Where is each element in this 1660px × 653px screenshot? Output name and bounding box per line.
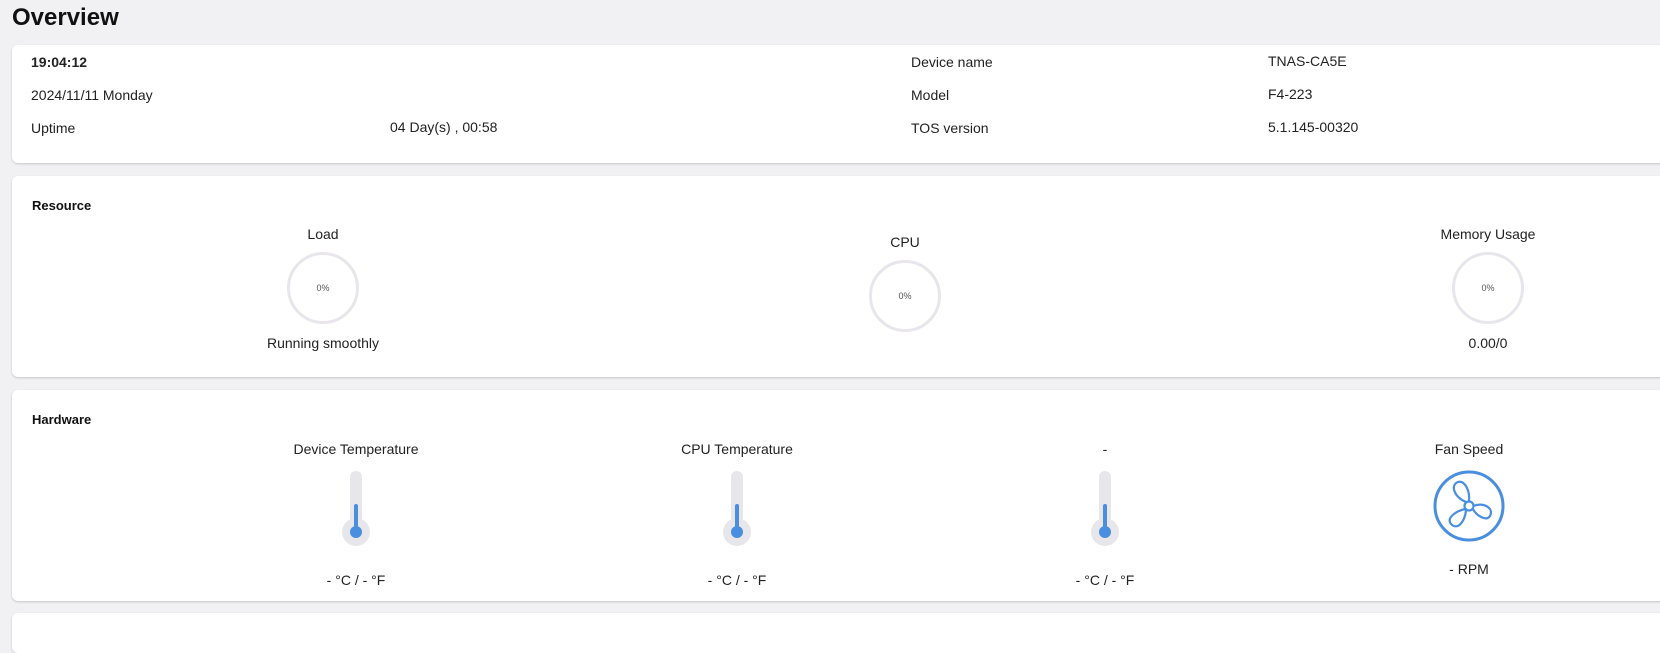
device-temperature-value: - °C / - °F xyxy=(326,572,386,588)
cpu-temperature-label: CPU Temperature xyxy=(681,441,793,457)
thermometer-icon xyxy=(720,471,754,549)
memory-widget: Memory Usage 0% 0.00/0 xyxy=(1368,225,1608,351)
current-time: 19:04:12 xyxy=(31,54,88,70)
cpu-label: CPU xyxy=(890,234,920,250)
model-label: Model xyxy=(911,87,950,103)
fan-speed-value: - RPM xyxy=(1449,561,1489,577)
tos-version-value: 5.1.145-00320 xyxy=(1268,119,1359,135)
other-temperature-label: - xyxy=(1102,441,1108,457)
load-label: Load xyxy=(307,226,339,242)
device-temperature-label: Device Temperature xyxy=(293,441,419,457)
uptime-label: Uptime xyxy=(31,120,76,136)
other-temperature-widget: - - °C / - °F xyxy=(985,440,1225,588)
fan-speed-label: Fan Speed xyxy=(1434,441,1504,457)
page-title: Overview xyxy=(12,4,119,31)
hardware-card: Hardware Device Temperature - °C / - °F … xyxy=(12,390,1660,601)
cpu-percent: 0% xyxy=(898,291,912,301)
model-value: F4-223 xyxy=(1268,86,1313,102)
hardware-section-title: Hardware xyxy=(32,412,92,427)
device-name-value: TNAS-CA5E xyxy=(1268,53,1347,69)
tos-version-label: TOS version xyxy=(911,120,989,136)
cpu-temperature-widget: CPU Temperature - °C / - °F xyxy=(617,440,857,588)
fan-icon xyxy=(1433,470,1505,542)
device-temperature-widget: Device Temperature - °C / - °F xyxy=(236,440,476,588)
device-name-label: Device name xyxy=(911,54,993,70)
load-status: Running smoothly xyxy=(266,335,380,351)
cpu-temperature-value: - °C / - °F xyxy=(707,572,767,588)
cpu-gauge: 0% xyxy=(869,260,941,332)
memory-label: Memory Usage xyxy=(1440,226,1536,242)
memory-gauge: 0% xyxy=(1452,252,1524,324)
uptime-value: 04 Day(s) , 00:58 xyxy=(390,119,498,135)
fan-speed-widget: Fan Speed - RPM xyxy=(1349,440,1589,577)
load-percent: 0% xyxy=(316,283,330,293)
load-gauge: 0% xyxy=(287,252,359,324)
cpu-widget: CPU 0% xyxy=(785,233,1025,332)
thermometer-icon xyxy=(339,471,373,549)
memory-detail: 0.00/0 xyxy=(1468,335,1508,351)
thermometer-icon xyxy=(1088,471,1122,549)
next-section-card xyxy=(12,613,1660,653)
memory-percent: 0% xyxy=(1481,283,1495,293)
load-widget: Load 0% Running smoothly xyxy=(203,225,443,351)
resource-section-title: Resource xyxy=(32,198,92,213)
other-temperature-value: - °C / - °F xyxy=(1075,572,1135,588)
system-info-card: 19:04:12 2024/11/11 Monday Uptime 04 Day… xyxy=(12,45,1660,163)
resource-card: Resource Load 0% Running smoothly CPU 0%… xyxy=(12,176,1660,377)
current-date: 2024/11/11 Monday xyxy=(31,87,153,103)
